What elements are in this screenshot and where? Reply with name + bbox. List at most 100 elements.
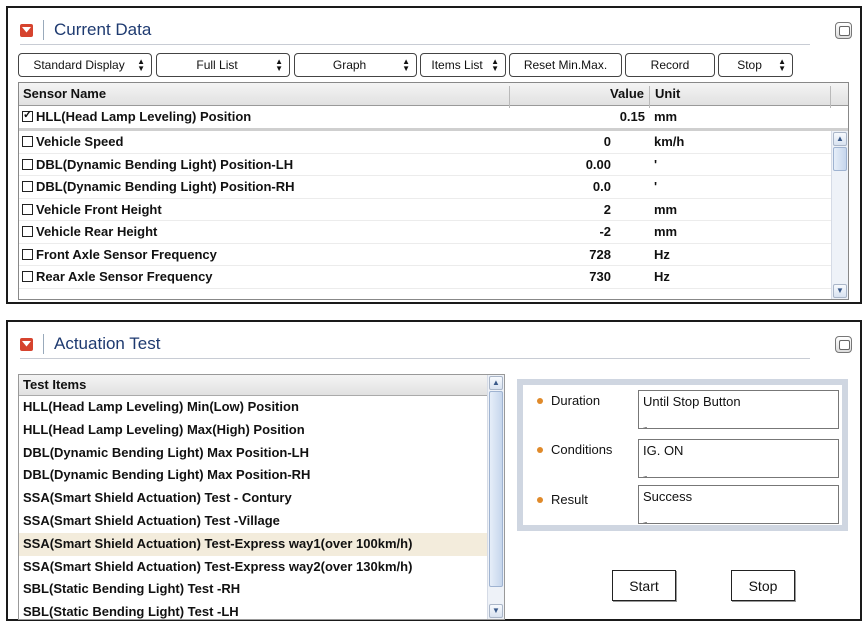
scroll-up-icon[interactable]: ▲	[833, 132, 847, 146]
sensor-name: Vehicle Rear Height	[36, 224, 158, 239]
list-item[interactable]: HLL(Head Lamp Leveling) Max(High) Positi…	[19, 419, 487, 442]
list-item[interactable]: SSA(Smart Shield Actuation) Test-Express…	[19, 532, 487, 556]
sensor-name-cell: Front Axle Sensor Frequency	[22, 247, 217, 262]
actuation-test-panel: Actuation Test Test Items HLL(Head Lamp …	[6, 320, 862, 621]
result-label-text: Result	[551, 492, 588, 507]
list-item[interactable]: SSA(Smart Shield Actuation) Test-Express…	[19, 556, 487, 579]
checkbox[interactable]	[22, 271, 33, 282]
standard-display-select[interactable]: Standard Display ▲ ▼	[18, 53, 152, 77]
sensor-unit: km/h	[654, 134, 685, 149]
checkbox[interactable]	[22, 203, 33, 215]
sensor-unit: mm	[654, 201, 678, 217]
current-data-header: Current Data	[20, 18, 151, 42]
sensor-unit: '	[654, 156, 658, 172]
result-field: Success	[638, 485, 839, 525]
collapse-icon[interactable]	[20, 23, 33, 37]
checkbox[interactable]	[22, 158, 33, 170]
sensor-name-cell: Vehicle Front Height	[22, 202, 162, 217]
scroll-down-icon[interactable]: ▼	[489, 604, 503, 618]
duration-label: Duration	[537, 393, 600, 408]
sensor-value: 728	[589, 246, 611, 262]
conditions-label-text: Conditions	[551, 442, 613, 457]
sensor-name-cell: DBL(Dynamic Bending Light) Position-RH	[22, 179, 295, 194]
col-divider	[509, 86, 510, 108]
table-row[interactable]: DBL(Dynamic Bending Light) Position-LH 0.…	[19, 154, 831, 176]
full-list-label: Full List	[196, 58, 238, 72]
sensor-unit: '	[654, 179, 658, 194]
bullet-icon	[537, 496, 543, 503]
test-items-scrollbar[interactable]: ▲ ▼	[487, 375, 504, 619]
col-unit[interactable]: Unit	[655, 86, 680, 101]
panel-title: Current Data	[54, 20, 152, 39]
checkbox[interactable]	[22, 136, 33, 147]
updown-icon: ▲ ▼	[275, 57, 283, 73]
checkbox[interactable]	[22, 226, 33, 237]
table-row[interactable]: Vehicle Rear Height -2 mm	[19, 221, 831, 244]
sensor-name-cell: Vehicle Rear Height	[22, 224, 157, 239]
record-button[interactable]: Record	[625, 53, 715, 77]
header-divider	[43, 20, 44, 40]
start-button[interactable]: Start	[612, 570, 676, 601]
test-info-box: Duration Until Stop Button Conditions IG…	[517, 379, 848, 531]
checkbox-checked[interactable]	[22, 108, 33, 122]
sensor-unit: Hz	[654, 246, 670, 262]
items-list-select[interactable]: Items List ▲ ▼	[420, 53, 506, 77]
reset-label: Reset Min.Max.	[523, 58, 608, 72]
table-row[interactable]: DBL(Dynamic Bending Light) Position-RH 0.…	[19, 176, 831, 199]
actuation-header: Actuation Test	[20, 332, 160, 356]
maximize-icon[interactable]	[835, 22, 852, 39]
list-item[interactable]: HLL(Head Lamp Leveling) Min(Low) Positio…	[19, 396, 487, 419]
scroll-up-icon[interactable]: ▲	[489, 376, 503, 390]
maximize-icon[interactable]	[835, 336, 852, 353]
full-list-select[interactable]: Full List ▲ ▼	[156, 53, 290, 77]
sensor-value: 0.00	[585, 156, 611, 172]
col-sensor-name[interactable]: Sensor Name	[23, 86, 106, 101]
updown-icon: ▲ ▼	[137, 57, 145, 73]
list-item[interactable]: SBL(Static Bending Light) Test -RH	[19, 578, 487, 601]
col-divider	[649, 86, 650, 108]
col-value[interactable]: Value	[610, 86, 644, 101]
duration-label-text: Duration	[551, 393, 601, 408]
sensor-scrollbar[interactable]: ▲ ▼	[831, 131, 848, 299]
sensor-value: 0.0	[592, 179, 611, 194]
items-list-label: Items List	[431, 58, 483, 72]
sensor-name: Vehicle Speed	[36, 134, 124, 149]
table-row[interactable]: Vehicle Front Height 2 mm	[19, 199, 831, 221]
checkbox[interactable]	[22, 181, 33, 192]
list-item[interactable]: DBL(Dynamic Bending Light) Max Position-…	[19, 464, 487, 487]
sensor-rows: Vehicle Speed 0 km/h DBL(Dynamic Bending Li…	[19, 131, 831, 299]
sensor-name: Rear Axle Sensor Frequency	[36, 269, 213, 284]
table-row[interactable]: Vehicle Speed 0 km/h	[19, 131, 831, 154]
stop-button[interactable]: Stop	[731, 570, 795, 601]
conditions-label: Conditions	[537, 442, 612, 457]
sensor-unit: Hz	[654, 269, 670, 284]
panel-title: Actuation Test	[54, 334, 161, 353]
stop-select[interactable]: Stop ▲ ▼	[718, 53, 793, 77]
scroll-thumb[interactable]	[833, 147, 847, 171]
col-divider	[830, 86, 831, 108]
list-item[interactable]: SSA(Smart Shield Actuation) Test -Villag…	[19, 510, 487, 533]
sensor-value: 730	[589, 269, 611, 284]
list-item[interactable]: SBL(Static Bending Light) Test -LH	[19, 601, 487, 619]
table-row[interactable]: Rear Axle Sensor Frequency 730 Hz	[19, 266, 831, 289]
scroll-down-icon[interactable]: ▼	[833, 284, 847, 298]
list-item[interactable]: DBL(Dynamic Bending Light) Max Position-…	[19, 442, 487, 465]
reset-min-max-button[interactable]: Reset Min.Max.	[509, 53, 622, 77]
table-row[interactable]: Front Axle Sensor Frequency 728 Hz	[19, 244, 831, 266]
scroll-thumb[interactable]	[489, 391, 503, 587]
header-rule	[20, 358, 810, 359]
test-items: HLL(Head Lamp Leveling) Min(Low) Positio…	[19, 396, 487, 619]
grid-header: Sensor Name Value Unit	[19, 83, 848, 108]
checkbox[interactable]	[22, 248, 33, 260]
list-item[interactable]: SSA(Smart Shield Actuation) Test - Contu…	[19, 487, 487, 510]
updown-icon: ▲ ▼	[491, 57, 499, 73]
graph-select[interactable]: Graph ▲ ▼	[294, 53, 417, 77]
record-label: Record	[650, 58, 690, 72]
collapse-icon[interactable]	[20, 337, 33, 351]
sensor-name: DBL(Dynamic Bending Light) Position-RH	[36, 179, 295, 194]
test-items-header: Test Items	[19, 375, 487, 396]
sensor-unit: mm	[654, 224, 678, 239]
conditions-field: IG. ON	[638, 439, 839, 479]
fixed-sensor-row[interactable]: HLL(Head Lamp Leveling) Position 0.15 mm	[19, 106, 848, 131]
sensor-name: DBL(Dynamic Bending Light) Position-LH	[36, 156, 294, 172]
